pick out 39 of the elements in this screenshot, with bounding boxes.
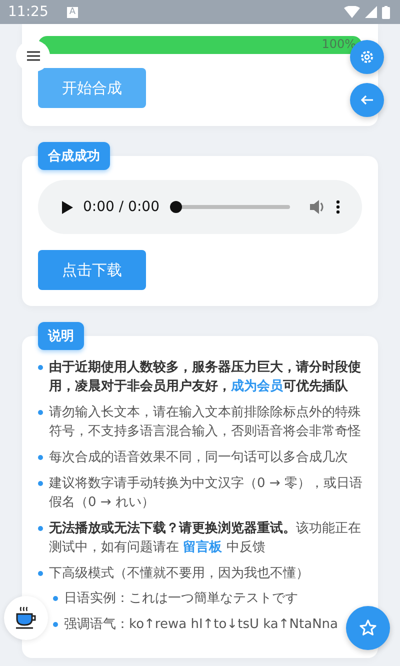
star-icon [359, 619, 377, 637]
signal-icon [365, 6, 377, 18]
link[interactable]: 成为会员 [231, 379, 283, 394]
menu-icon [26, 51, 40, 61]
bullet-icon [38, 571, 43, 576]
play-icon[interactable] [62, 200, 73, 214]
status-time: 11:25 [8, 4, 48, 20]
battery-icon [382, 6, 390, 18]
seek-slider[interactable] [170, 201, 182, 213]
bullet-icon [38, 481, 43, 486]
bullet-icon [53, 596, 58, 601]
note-text: 建议将数字请手动转换为中文汉字（0 → 零），或日语假名（0 → れい） [49, 475, 364, 512]
section-tag: 说明 [38, 322, 84, 350]
notification-badge: A [67, 6, 78, 18]
link[interactable]: 留言板 [183, 540, 222, 555]
note-text: 请勿输入长文本，请在输入文本前排除除标点外的特殊符号，不支持多语言混合输入，否则语音将会非常奇怪 [49, 404, 362, 441]
audio-time: 0:00 / 0:00 [83, 199, 160, 215]
bullet-icon [38, 526, 43, 531]
settings-icon [360, 50, 374, 64]
progress-label: 100% [322, 37, 356, 51]
start-button[interactable]: 开始合成 [38, 68, 146, 108]
note-text: 无法播放或无法下载？请更换浏览器重试。该功能正在测试中，如有问题请在 留言板 中反馈 [49, 520, 362, 557]
note-text: 每次合成的语音效果不同，同一句话可以多合成几次 [49, 449, 348, 467]
note-text: 日语实例：これは一つ簡単なテストです [64, 590, 298, 608]
note-text: 强调语气：ko↑rewa hI↑to↓tsU ka↑NtaNna [64, 616, 338, 634]
bullet-icon [38, 410, 43, 415]
note-text: 下高级模式（不懂就不要用，因为我也不懂） [49, 565, 309, 583]
volume-icon[interactable] [310, 200, 326, 214]
bullet-icon [53, 622, 58, 627]
wifi-icon [344, 6, 360, 18]
bullet-icon [38, 455, 43, 460]
arrow-left-icon [361, 95, 373, 105]
note-text: 由于近期使用人数较多，服务器压力巨大，请分时段使用，凌晨对于非会员用户友好，成为会员可优先插队 [49, 359, 362, 396]
coffee-button[interactable] [4, 596, 48, 640]
download-button[interactable]: 点击下载 [38, 250, 146, 290]
section-tag: 合成成功 [38, 142, 110, 170]
more-icon[interactable] [336, 200, 340, 214]
bullet-icon [38, 365, 43, 370]
coffee-cup-icon [14, 606, 38, 630]
